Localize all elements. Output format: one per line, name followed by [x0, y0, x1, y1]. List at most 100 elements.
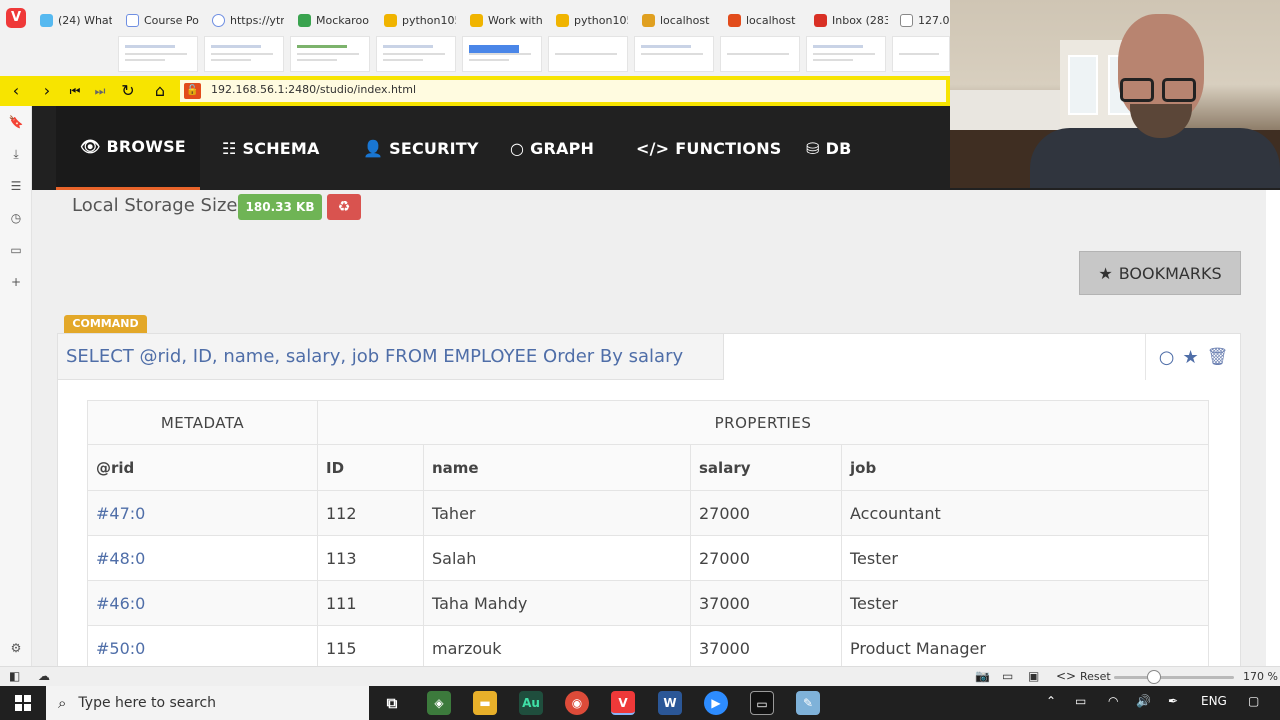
wifi-icon[interactable]: ◠ — [1108, 694, 1118, 708]
nav-graph[interactable]: ○ GRAPH — [510, 106, 594, 190]
page-actions-icon[interactable]: <> — [1056, 669, 1076, 683]
chrome-icon[interactable]: ◉ — [565, 691, 589, 715]
tray-chevron-icon[interactable]: ⌃ — [1046, 694, 1056, 708]
downloads-icon[interactable]: ⤓ — [8, 146, 24, 162]
nav-browse[interactable]: 👁 BROWSE — [56, 106, 200, 190]
tab-8[interactable]: localhost — [728, 10, 800, 30]
tab-label: localhost — [660, 13, 710, 27]
column-header-rid[interactable]: @rid — [87, 444, 318, 491]
tab-thumbnail[interactable] — [548, 36, 628, 72]
history-icon[interactable]: ◷ — [8, 210, 24, 226]
zoom-slider[interactable] — [1114, 676, 1234, 679]
settings-gear-icon[interactable]: ⚙ — [8, 640, 24, 656]
bookmarks-button[interactable]: ★ BOOKMARKS — [1079, 251, 1241, 295]
pen-icon[interactable]: ✒ — [1168, 694, 1178, 708]
add-panel-icon[interactable]: + — [8, 274, 24, 290]
tab-1[interactable]: Course Po — [126, 10, 200, 30]
tab-thumbnail[interactable] — [720, 36, 800, 72]
home-icon[interactable]: ⌂ — [148, 79, 172, 103]
tab-thumbnail[interactable] — [462, 36, 542, 72]
result-table: METADATA PROPERTIES @rid ID name salary … — [87, 400, 1209, 666]
app-icon-notes[interactable]: ✎ — [796, 691, 820, 715]
clear-storage-recycle-icon[interactable]: ♻ — [327, 194, 361, 220]
tab-2[interactable]: https://ytr — [212, 10, 284, 30]
rid-link[interactable]: #46:0 — [87, 580, 318, 626]
cell-id: 111 — [317, 580, 424, 626]
tab-favicon-icon — [556, 13, 569, 27]
tab-7[interactable]: localhost — [642, 10, 714, 30]
nav-schema[interactable]: ☷ SCHEMA — [222, 106, 320, 190]
nav-security-label: SECURITY — [389, 138, 479, 158]
window-panel-icon[interactable]: ▭ — [8, 242, 24, 258]
tab-thumbnail[interactable] — [634, 36, 714, 72]
vivaldi-icon[interactable]: V — [611, 691, 635, 715]
column-header-id[interactable]: ID — [317, 444, 424, 491]
rewind-icon[interactable]: ⏮ — [63, 79, 87, 103]
volume-icon[interactable]: 🔊 — [1136, 694, 1151, 708]
tab-thumbnail[interactable] — [204, 36, 284, 72]
notification-icon[interactable]: ▢ — [1248, 694, 1259, 708]
capture-camera-icon[interactable]: 📷 — [975, 669, 990, 683]
nav-functions[interactable]: </> FUNCTIONS — [636, 106, 782, 190]
tab-4[interactable]: python105 — [384, 10, 456, 30]
task-view-icon[interactable]: ⧉ — [380, 691, 404, 715]
back-icon[interactable]: ‹ — [4, 79, 28, 103]
tab-thumbnail[interactable] — [806, 36, 886, 72]
tab-5[interactable]: Work with — [470, 10, 542, 30]
insecure-lock-icon[interactable]: 🔓 — [184, 83, 201, 99]
battery-icon[interactable]: ▭ — [1075, 694, 1086, 708]
tile-window-icon[interactable]: ▭ — [1002, 669, 1013, 683]
terminal-icon[interactable]: ▭ — [750, 691, 774, 715]
notes-icon[interactable]: ☰ — [8, 178, 24, 194]
panel-toggle-icon[interactable]: ◧ — [9, 669, 20, 683]
column-header-salary[interactable]: salary — [690, 444, 842, 491]
trash-icon[interactable]: 🗑 — [1207, 347, 1229, 367]
tab-3[interactable]: Mockaroo — [298, 10, 370, 30]
local-storage-size-badge: 180.33 KB — [238, 194, 322, 220]
fast-forward-icon[interactable]: ⏭ — [88, 79, 112, 103]
nav-schema-label: SCHEMA — [242, 138, 320, 158]
tab-0[interactable]: (24) What — [40, 10, 112, 30]
nav-db[interactable]: ⛁ DB — [806, 106, 852, 190]
forward-icon[interactable]: › — [35, 79, 59, 103]
nav-security[interactable]: 👤 SECURITY — [363, 106, 479, 190]
taskbar-search-box[interactable]: ⌕ Type here to search — [46, 686, 369, 720]
cell-name: marzouk — [423, 625, 691, 666]
tab-thumbnail[interactable] — [892, 36, 950, 72]
column-header-job[interactable]: job — [841, 444, 1209, 491]
rid-link[interactable]: #48:0 — [87, 535, 318, 581]
image-toggle-icon[interactable]: ▣ — [1028, 669, 1039, 683]
app-icon-green[interactable]: ◈ — [427, 691, 451, 715]
rid-link[interactable]: #47:0 — [87, 490, 318, 536]
bookmark-star-icon[interactable]: ★ — [1182, 347, 1198, 368]
cloud-sync-icon[interactable]: ☁ — [38, 669, 50, 683]
vivaldi-logo-icon[interactable]: V — [6, 8, 26, 28]
tab-thumbnail[interactable] — [290, 36, 370, 72]
bookmark-panel-icon[interactable]: 🔖 — [8, 114, 24, 130]
start-button[interactable] — [0, 686, 46, 720]
tab-9[interactable]: Inbox (283 — [814, 10, 888, 30]
tab-thumbnail[interactable] — [118, 36, 198, 72]
word-icon[interactable]: W — [658, 691, 682, 715]
url-input[interactable]: 🔓 192.168.56.1:2480/studio/index.html — [180, 80, 946, 102]
tab-10[interactable]: 127.0. — [900, 10, 950, 30]
tab-thumbnail[interactable] — [376, 36, 456, 72]
rid-link[interactable]: #50:0 — [87, 625, 318, 666]
language-indicator[interactable]: ENG — [1201, 694, 1227, 708]
query-box[interactable]: SELECT @rid, ID, name, salary, job FROM … — [58, 334, 724, 380]
query-text: SELECT @rid, ID, name, salary, job FROM … — [66, 346, 684, 367]
cell-salary: 37000 — [690, 580, 842, 626]
column-header-name[interactable]: name — [423, 444, 691, 491]
graph-circle-icon[interactable]: ○ — [1159, 347, 1175, 368]
zoom-slider-handle[interactable] — [1147, 670, 1161, 684]
zoom-app-icon[interactable]: ▶ — [704, 691, 728, 715]
tab-label: https://ytr — [230, 13, 284, 27]
zoom-reset-button[interactable]: Reset — [1080, 670, 1111, 683]
reload-icon[interactable]: ↻ — [116, 79, 140, 103]
tab-label: python105 — [402, 13, 456, 27]
tab-favicon-icon — [384, 13, 397, 27]
tab-6[interactable]: python105 — [556, 10, 628, 30]
file-explorer-icon[interactable]: ▬ — [473, 691, 497, 715]
tab-favicon-icon — [814, 13, 827, 27]
audition-icon[interactable]: Au — [519, 691, 543, 715]
